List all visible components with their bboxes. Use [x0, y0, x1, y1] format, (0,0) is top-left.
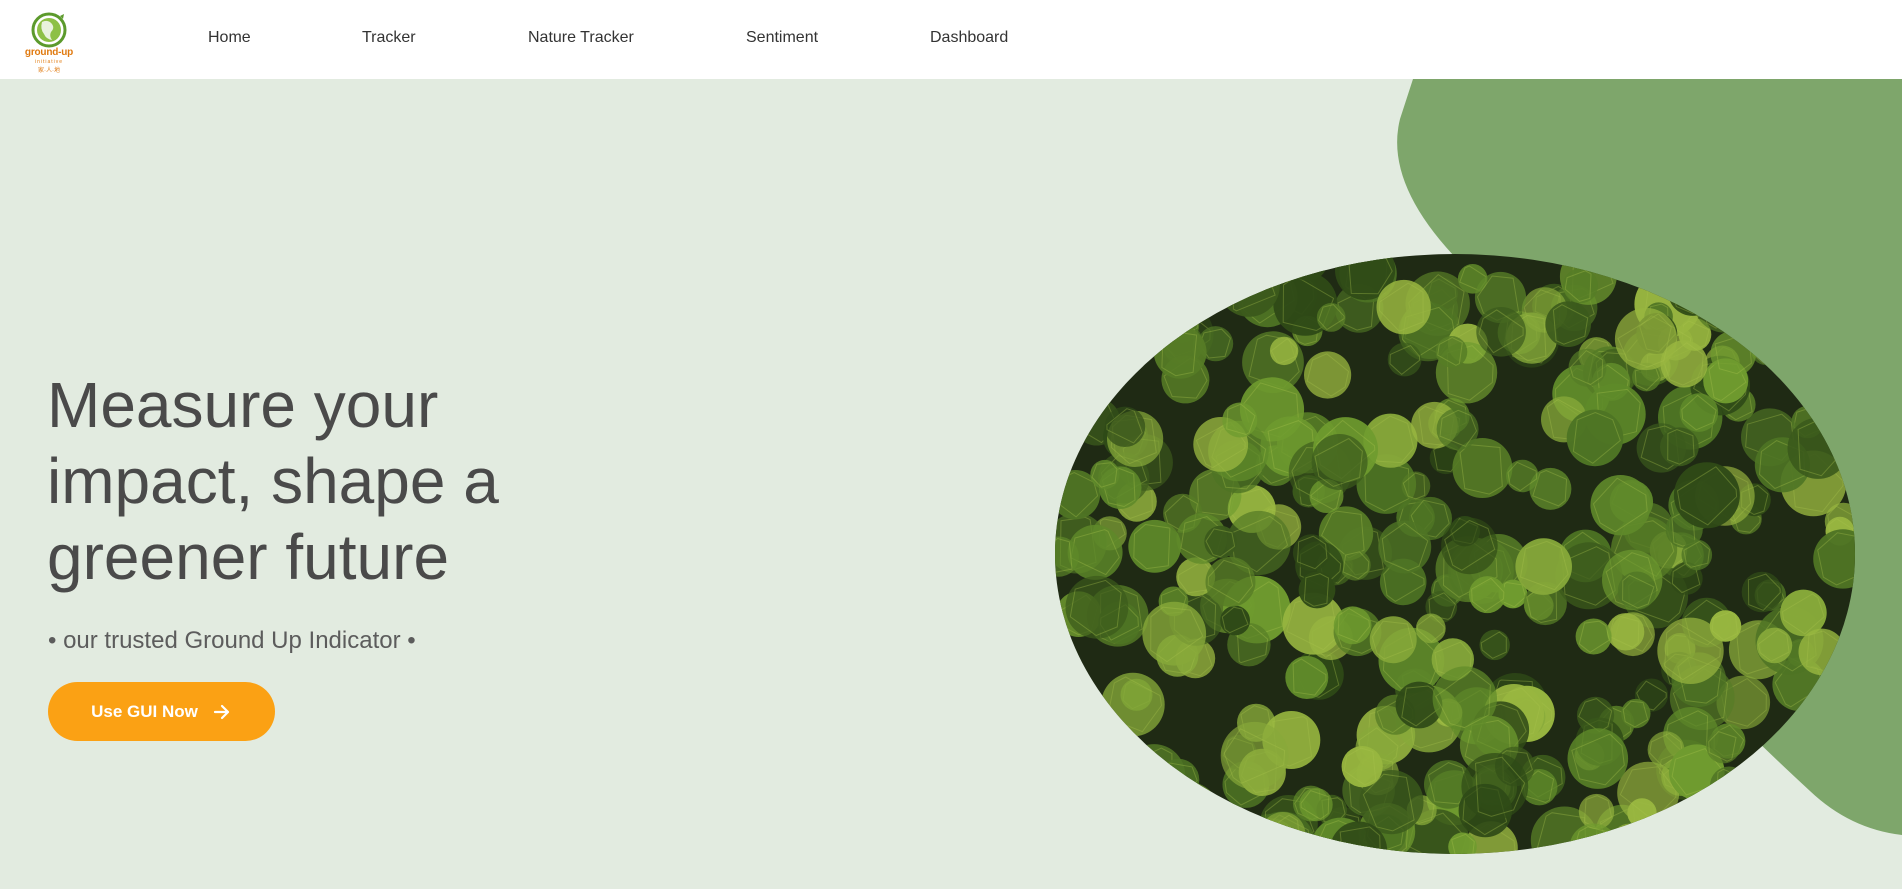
logo-wordmark: ground-up: [24, 47, 74, 58]
headline-line-2: impact, shape a: [47, 445, 499, 517]
globe-icon: [31, 12, 67, 48]
top-navigation-bar: ground-up initiative 家·人·地 Home Tracker …: [0, 0, 1902, 79]
headline-line-3: greener future: [47, 521, 450, 593]
logo-chinese-text: 家·人·地: [38, 68, 60, 74]
aerial-forest-image: [1055, 254, 1855, 854]
hero-headline: Measure your impact, shape a greener fut…: [47, 367, 607, 595]
use-gui-now-button[interactable]: Use GUI Now: [48, 682, 275, 741]
nav-dashboard[interactable]: Dashboard: [930, 28, 1008, 48]
nav-nature-tracker[interactable]: Nature Tracker: [528, 28, 634, 48]
arrow-right-icon: [212, 702, 232, 722]
cta-label: Use GUI Now: [91, 701, 198, 721]
ground-up-logo[interactable]: ground-up initiative 家·人·地: [20, 10, 78, 74]
nav-home[interactable]: Home: [208, 28, 251, 48]
nav-sentiment[interactable]: Sentiment: [746, 28, 818, 48]
hero-tagline: • our trusted Ground Up Indicator •: [48, 627, 416, 654]
headline-line-1: Measure your: [47, 369, 439, 441]
hero-section: Measure your impact, shape a greener fut…: [0, 79, 1902, 889]
nav-tracker[interactable]: Tracker: [362, 28, 416, 48]
